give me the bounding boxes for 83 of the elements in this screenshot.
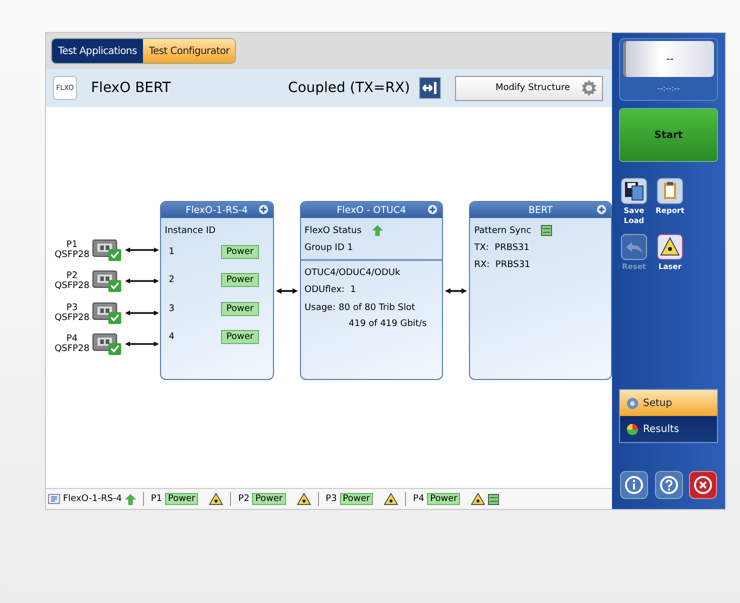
instance-id: 2 [168,275,175,286]
power-status: Power [340,493,374,505]
link-arrow [445,287,468,295]
oduflex-text: ODUflex: 1 [304,284,358,296]
port-name: P1 [66,240,78,250]
coupling-label: Coupled (TX=RX) [288,80,410,96]
power-status: Power [427,493,460,505]
pie-chart-icon [626,422,639,436]
instance-heading: Instance ID [164,224,217,238]
port-type: QSFP28 [54,250,90,260]
zoom-icon[interactable] [596,204,607,215]
instance-id: 3 [168,304,175,314]
port-type: QSFP28 [54,281,90,292]
laser-warning-icon [209,493,224,505]
pattern-sync-icon [541,225,552,236]
rx-pattern: RX: PRBS31 [474,258,532,272]
tx-pattern: TX: PRBS31 [474,242,531,254]
tab[interactable]: Test Applications [52,39,143,63]
port-type: QSFP28 [54,344,90,354]
zoom-icon[interactable] [427,204,438,215]
power-status: Power [221,330,259,344]
module-block[interactable]: FlexO-1-RS-4 Instance ID 1 Power 2 Power 3 Power 4 Power [160,201,274,380]
transceiver-icon[interactable] [92,332,123,356]
link-arrow [125,246,159,254]
start-button[interactable]: Start [619,108,718,162]
clipboard-icon [657,178,683,204]
block-title: FlexO-1-RS-4 [186,204,248,216]
status-display: -- [666,54,674,64]
help-icon[interactable] [654,471,682,499]
group-id: Group ID 1 [304,242,354,254]
zoom-icon[interactable] [258,204,269,215]
module-block[interactable]: BERT Pattern Sync TX: PRBS31 RX: PRBS31 [469,201,612,380]
laser-warning-icon [657,234,683,260]
power-status: Power [165,493,198,505]
module-name: FlexO-1-RS-4 [63,494,122,504]
pattern-sync-icon [488,494,500,504]
mapping-text: OTUC4/ODUC4/ODUk [304,266,402,280]
info-icon[interactable] [620,471,648,499]
laser-warning-icon [471,493,486,505]
power-status: Power [221,273,259,288]
transceiver-icon[interactable] [92,300,123,325]
instance-id: 1 [168,246,175,257]
link-arrow [125,308,159,317]
port-name: P4 [66,334,78,344]
usage-slots: 80 of 80 Trib Slot [338,300,427,316]
modify-structure-button[interactable]: Modify Structure [455,76,603,100]
gear-icon [580,79,598,97]
power-status: Power [252,493,286,505]
transceiver-icon[interactable] [92,269,123,294]
instance-id: 4 [168,332,175,342]
up-arrow-icon [372,225,383,236]
usage-label: Usage: [304,302,336,315]
port-name: P3 [326,494,337,504]
port-name: P3 [66,302,78,313]
laser-warning-icon [384,493,398,505]
port-name: P2 [66,271,78,282]
app-title: FlexO BERT [91,80,171,96]
block-title: FlexO - OTUC4 [336,204,406,216]
coupling-toggle-icon[interactable] [419,77,441,99]
block-title: BERT [528,204,553,216]
nav-item[interactable]: Results [620,416,717,442]
timer-text: --:--:-- [657,84,680,93]
power-status: Power [221,244,259,259]
tab[interactable]: Test Configurator [142,39,236,63]
laser-warning-icon [296,493,311,505]
up-arrow-icon [124,494,136,504]
usage-rate: 419 of 419 Gbit/s [348,318,427,331]
link-arrow [125,277,159,286]
port-name: P2 [238,494,250,504]
port-name: P1 [150,494,162,504]
port-type: QSFP28 [54,312,90,323]
power-status: Power [221,302,259,316]
gear-icon [626,396,639,410]
link-arrow [125,340,159,348]
undo-icon [621,234,647,260]
transceiver-icon[interactable] [92,238,123,262]
port-name: P4 [413,494,424,504]
sync-label: Pattern Sync [474,226,532,236]
nav-item[interactable]: Setup [620,390,717,416]
close-icon[interactable] [689,471,717,499]
module-block[interactable]: FlexO - OTUC4 FlexO Status Group ID 1 OTUC4/ODUC4/ODUk ODUflex: 1 Usage: 80 of 80 Trib Slot 419 of 419 Gbit/s [300,201,444,380]
link-arrow [276,287,298,295]
status-label: FlexO Status [304,226,362,236]
